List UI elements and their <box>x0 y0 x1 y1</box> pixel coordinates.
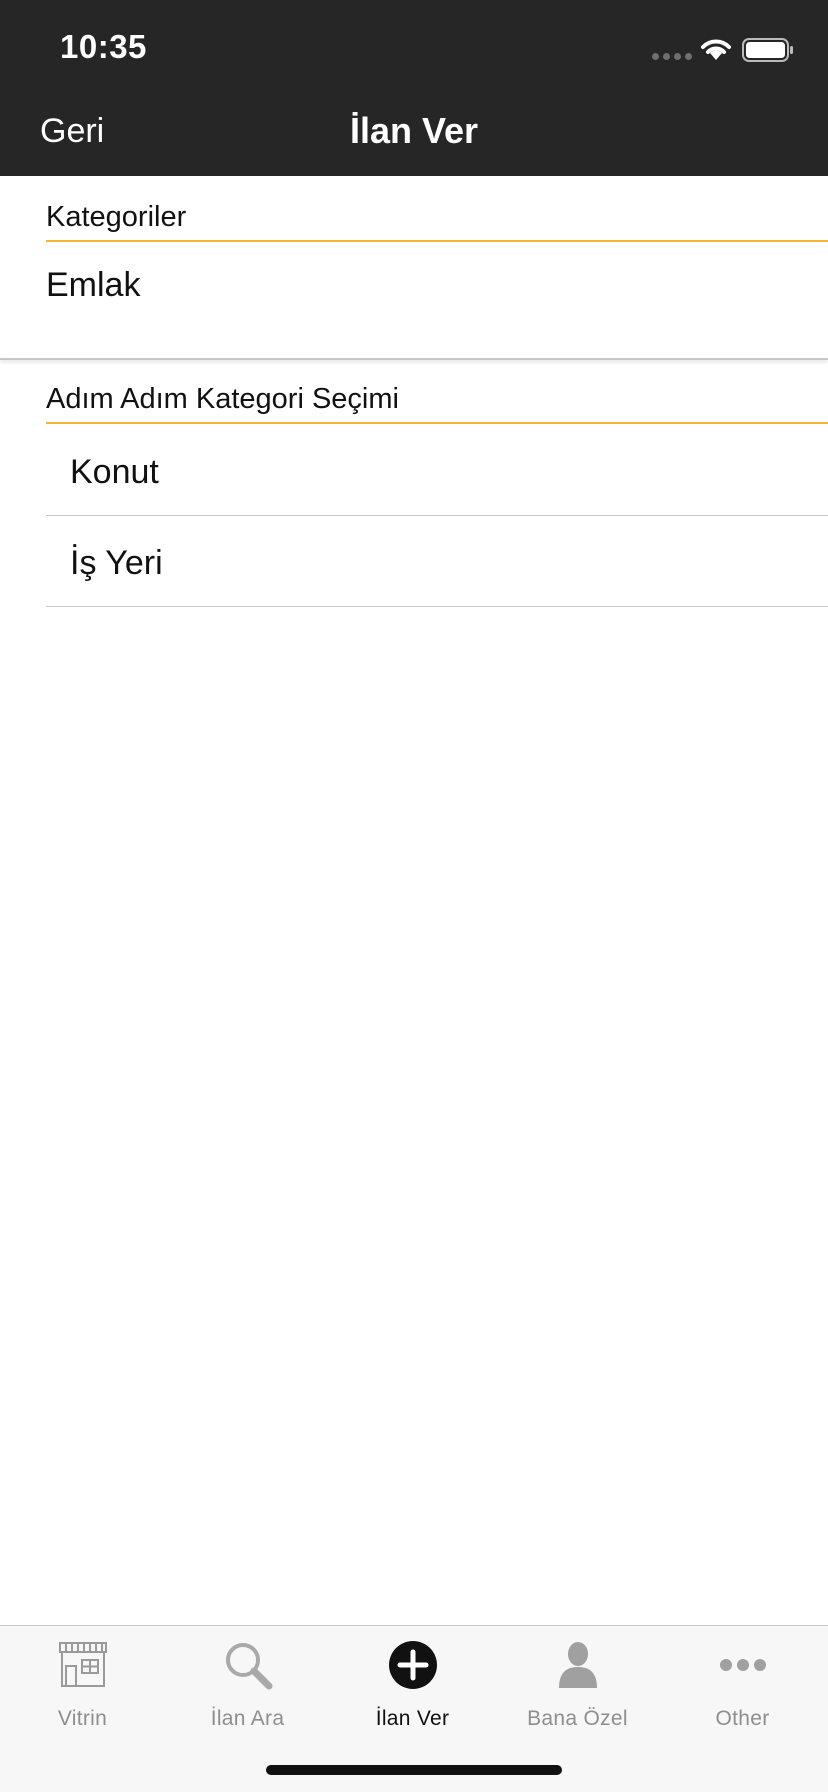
search-icon <box>226 1643 273 1690</box>
tab-other[interactable]: Other <box>660 1626 825 1746</box>
tab-label: Vitrin <box>57 1707 108 1730</box>
categories-section-header: Kategoriler <box>46 201 828 242</box>
tab-label: İlan Ver <box>375 1707 450 1730</box>
tab-bana-ozel[interactable]: Bana Özel <box>495 1626 660 1746</box>
list-item-label: İş Yeri <box>70 544 163 582</box>
status-bar: 10:35 <box>0 0 828 92</box>
person-icon <box>559 1642 597 1688</box>
tab-ilan-ver[interactable]: İlan Ver <box>330 1626 495 1746</box>
category-item-konut[interactable]: Konut <box>46 425 828 516</box>
section-divider <box>0 358 828 360</box>
step-category-section-header: Adım Adım Kategori Seçimi <box>46 383 828 424</box>
tab-vitrin[interactable]: Vitrin <box>0 1626 165 1746</box>
category-item-is-yeri[interactable]: İş Yeri <box>46 516 828 607</box>
list-item-label: Konut <box>70 453 159 491</box>
tab-label: İlan Ara <box>210 1707 285 1730</box>
navigation-bar: Geri İlan Ver <box>0 92 828 176</box>
selected-category: Emlak <box>46 266 141 304</box>
tab-ilan-ara[interactable]: İlan Ara <box>165 1626 330 1746</box>
cellular-signal-icon <box>652 53 692 60</box>
home-indicator <box>266 1765 562 1775</box>
battery-icon <box>742 38 793 62</box>
tab-label: Other <box>715 1707 770 1730</box>
plus-circle-icon <box>389 1641 437 1689</box>
storefront-icon <box>59 1642 107 1687</box>
more-icon <box>720 1659 766 1671</box>
tab-label: Bana Özel <box>527 1707 628 1730</box>
status-time: 10:35 <box>60 28 147 65</box>
wifi-icon <box>701 39 731 60</box>
page-title: İlan Ver <box>349 110 479 151</box>
